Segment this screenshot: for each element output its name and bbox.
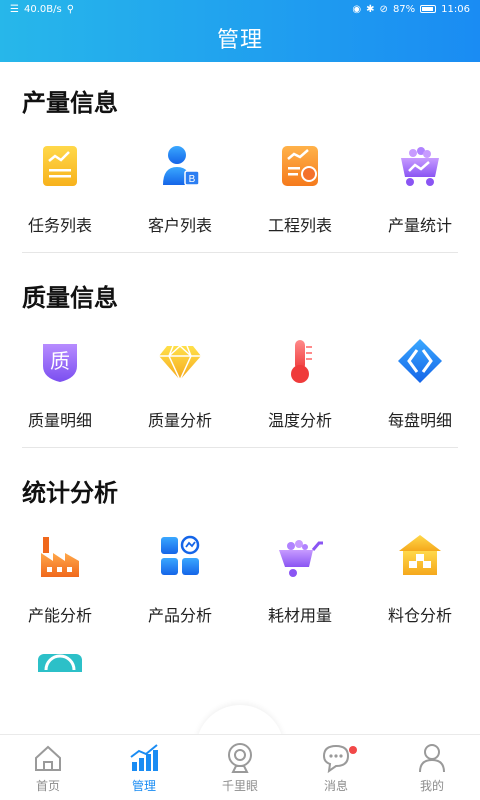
main-content[interactable]: 产量信息 任务列表 B 客户列表 工程列表 产量统计 质量信息 质 质量明细 质… [0, 62, 480, 734]
menu-item-label: 任务列表 [27, 216, 92, 235]
menu-item-label: 质量明细 [27, 411, 92, 430]
divider [22, 252, 458, 253]
nav-manage[interactable]: 管理 [96, 735, 192, 800]
svg-text:B: B [189, 174, 196, 185]
menu-item-customer-list[interactable]: B 客户列表 [120, 136, 240, 236]
menu-item-output-stats[interactable]: 产量统计 [360, 136, 480, 236]
menu-item-quality-detail[interactable]: 质 质量明细 [0, 331, 120, 431]
quality-detail-icon: 质 [30, 331, 90, 391]
status-bar: ☰ 40.0B/s ⚲ ◉ ✱ ⊘ 87% 11:06 [0, 0, 480, 18]
menu-item-label: 工程列表 [267, 216, 332, 235]
home-icon [35, 745, 61, 771]
divider [22, 447, 458, 448]
nav-messages[interactable]: 消息 [288, 735, 384, 800]
menu-item-label: 耗材用量 [267, 606, 332, 625]
nav-profile[interactable]: 我的 [384, 735, 480, 800]
menu-item-label: 温度分析 [267, 411, 332, 430]
menu-item-project-list[interactable]: 工程列表 [240, 136, 360, 236]
camera-icon [228, 743, 252, 773]
chart-icon [130, 744, 158, 771]
factory-icon [30, 526, 90, 586]
menu-grid: 任务列表 B 客户列表 工程列表 产量统计 [0, 136, 480, 236]
clock: 11:06 [441, 3, 470, 15]
menu-item-capacity-analysis[interactable]: 产能分析 [0, 526, 120, 626]
section-statistics: 统计分析 产能分析 产品分析 耗材用量 料仓分析 [0, 452, 480, 626]
signal-icon: ☰ [10, 3, 19, 15]
section-title: 统计分析 [22, 479, 118, 507]
bottom-nav: 首页 管理 千里眼 消息 我的 [0, 734, 480, 800]
message-icon [322, 744, 350, 774]
usb-icon: ⚲ [66, 3, 75, 15]
page-title: 管理 [216, 28, 263, 53]
nav-label: 千里眼 [221, 779, 258, 793]
batch-detail-icon [390, 331, 450, 391]
nav-label: 消息 [323, 779, 348, 793]
nav-label: 首页 [35, 779, 60, 793]
menu-grid: 产能分析 产品分析 耗材用量 料仓分析 [0, 526, 480, 626]
menu-item-silo-analysis[interactable]: 料仓分析 [360, 526, 480, 626]
nav-home[interactable]: 首页 [0, 735, 96, 800]
bluetooth-icon: ✱ [366, 3, 375, 15]
warehouse-icon [390, 526, 450, 586]
unread-badge [349, 746, 357, 754]
menu-item-temperature-analysis[interactable]: 温度分析 [240, 331, 360, 431]
diamond-icon [150, 331, 210, 391]
customer-list-icon: B [150, 136, 210, 196]
menu-item-label: 产量统计 [387, 216, 452, 235]
section-quality-info: 质量信息 质 质量明细 质量分析 温度分析 每盘明细 [0, 257, 480, 448]
menu-item-task-list[interactable]: 任务列表 [0, 136, 120, 236]
mute-icon: ⊘ [379, 3, 388, 15]
nav-label: 我的 [419, 779, 444, 793]
network-speed: 40.0B/s [23, 3, 62, 15]
menu-grid: 质 质量明细 质量分析 温度分析 每盘明细 [0, 331, 480, 431]
section-title: 质量信息 [22, 284, 118, 312]
nav-label: 管理 [131, 779, 156, 793]
battery-icon [420, 5, 437, 13]
menu-item-quality-analysis[interactable]: 质量分析 [120, 331, 240, 431]
battery-percent: 87% [392, 3, 416, 15]
menu-item-label: 产能分析 [27, 606, 92, 625]
output-stats-icon [390, 136, 450, 196]
person-icon [419, 744, 445, 773]
menu-item-product-analysis[interactable]: 产品分析 [120, 526, 240, 626]
nav-camera[interactable]: 千里眼 [192, 735, 288, 800]
menu-item-batch-detail[interactable]: 每盘明细 [360, 331, 480, 431]
eye-icon: ◉ [352, 3, 362, 15]
menu-item-label: 客户列表 [147, 216, 212, 235]
menu-item-consumables[interactable]: 耗材用量 [240, 526, 360, 626]
svg-text:质: 质 [50, 349, 70, 373]
section-title: 产量信息 [22, 89, 118, 117]
menu-item-label: 质量分析 [147, 411, 212, 430]
section-output-info: 产量信息 任务列表 B 客户列表 工程列表 产量统计 [0, 62, 480, 253]
project-list-icon [270, 136, 330, 196]
product-grid-icon [150, 526, 210, 586]
menu-item-label: 料仓分析 [387, 606, 452, 625]
gauge-icon[interactable] [30, 644, 90, 672]
thermometer-icon [270, 331, 330, 391]
task-list-icon [30, 136, 90, 196]
cart-icon [270, 526, 330, 586]
menu-item-label: 每盘明细 [387, 411, 452, 430]
menu-item-label: 产品分析 [147, 606, 212, 625]
app-header: ☰ 40.0B/s ⚲ ◉ ✱ ⊘ 87% 11:06 管理 [0, 0, 480, 62]
